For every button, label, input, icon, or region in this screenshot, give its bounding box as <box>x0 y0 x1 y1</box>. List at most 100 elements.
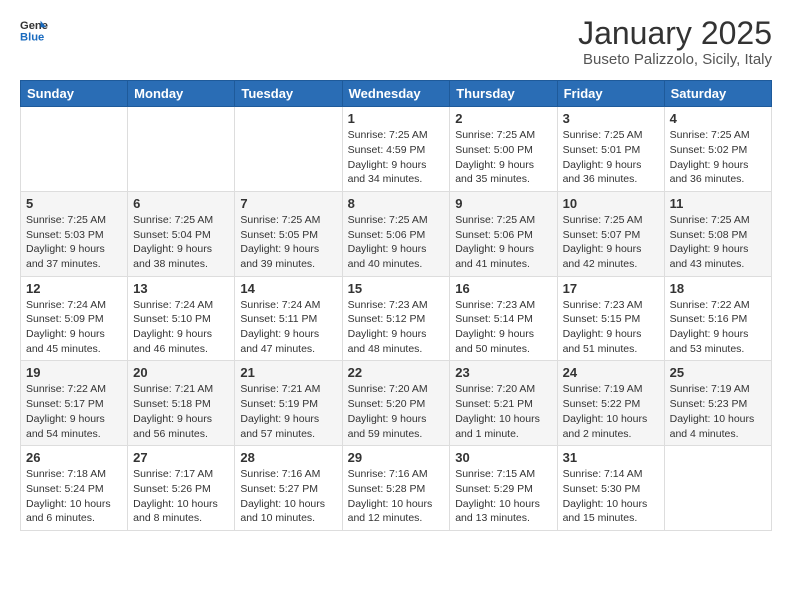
day-info: Sunrise: 7:25 AM Sunset: 4:59 PM Dayligh… <box>348 128 445 187</box>
table-row <box>128 107 235 192</box>
calendar-week-row: 12 Sunrise: 7:24 AM Sunset: 5:09 PM Dayli… <box>21 276 772 361</box>
day-info: Sunrise: 7:23 AM Sunset: 5:15 PM Dayligh… <box>563 298 659 357</box>
table-row: 6 Sunrise: 7:25 AM Sunset: 5:04 PM Daylig… <box>128 191 235 276</box>
day-info: Sunrise: 7:25 AM Sunset: 5:07 PM Dayligh… <box>563 213 659 272</box>
table-row: 17 Sunrise: 7:23 AM Sunset: 5:15 PM Dayli… <box>557 276 664 361</box>
table-row: 11Sunrise: 7:25 AM Sunset: 5:08 PM Dayli… <box>664 191 771 276</box>
day-number: 5 <box>26 196 122 211</box>
day-number: 31 <box>563 450 659 465</box>
day-number: 23 <box>455 365 551 380</box>
day-number: 17 <box>563 281 659 296</box>
table-row: 4 Sunrise: 7:25 AM Sunset: 5:02 PM Daylig… <box>664 107 771 192</box>
header-sunday: Sunday <box>21 81 128 107</box>
day-number: 1 <box>348 111 445 126</box>
logo-icon: General Blue <box>20 16 48 44</box>
day-info: Sunrise: 7:25 AM Sunset: 5:06 PM Dayligh… <box>348 213 445 272</box>
table-row: 26Sunrise: 7:18 AM Sunset: 5:24 PM Dayli… <box>21 446 128 531</box>
header-tuesday: Tuesday <box>235 81 342 107</box>
table-row <box>21 107 128 192</box>
table-row: 8 Sunrise: 7:25 AM Sunset: 5:06 PM Daylig… <box>342 191 450 276</box>
day-number: 12 <box>26 281 122 296</box>
header-saturday: Saturday <box>664 81 771 107</box>
table-row: 9 Sunrise: 7:25 AM Sunset: 5:06 PM Daylig… <box>450 191 557 276</box>
day-info: Sunrise: 7:25 AM Sunset: 5:02 PM Dayligh… <box>670 128 766 187</box>
table-row: 23 Sunrise: 7:20 AM Sunset: 5:21 PM Dayli… <box>450 361 557 446</box>
day-number: 9 <box>455 196 551 211</box>
day-info: Sunrise: 7:24 AM Sunset: 5:11 PM Dayligh… <box>240 298 336 357</box>
day-info: Sunrise: 7:16 AM Sunset: 5:27 PM Dayligh… <box>240 467 336 526</box>
table-row: 14 Sunrise: 7:24 AM Sunset: 5:11 PM Dayli… <box>235 276 342 361</box>
header-wednesday: Wednesday <box>342 81 450 107</box>
page-container: General Blue January 2025 Buseto Palizzo… <box>0 0 792 541</box>
day-info: Sunrise: 7:22 AM Sunset: 5:16 PM Dayligh… <box>670 298 766 357</box>
day-info: Sunrise: 7:19 AM Sunset: 5:23 PM Dayligh… <box>670 382 766 441</box>
header: General Blue January 2025 Buseto Palizzo… <box>20 16 772 68</box>
day-info: Sunrise: 7:22 AM Sunset: 5:17 PM Dayligh… <box>26 382 122 441</box>
table-row: 27 Sunrise: 7:17 AM Sunset: 5:26 PM Dayli… <box>128 446 235 531</box>
header-friday: Friday <box>557 81 664 107</box>
day-info: Sunrise: 7:17 AM Sunset: 5:26 PM Dayligh… <box>133 467 229 526</box>
table-row: 29 Sunrise: 7:16 AM Sunset: 5:28 PM Dayli… <box>342 446 450 531</box>
day-number: 20 <box>133 365 229 380</box>
day-number: 27 <box>133 450 229 465</box>
title-block: January 2025 Buseto Palizzolo, Sicily, I… <box>578 16 772 68</box>
table-row: 18 Sunrise: 7:22 AM Sunset: 5:16 PM Dayli… <box>664 276 771 361</box>
table-row <box>664 446 771 531</box>
day-number: 26 <box>26 450 122 465</box>
table-row: 16 Sunrise: 7:23 AM Sunset: 5:14 PM Dayli… <box>450 276 557 361</box>
day-number: 18 <box>670 281 766 296</box>
day-number: 6 <box>133 196 229 211</box>
day-number: 14 <box>240 281 336 296</box>
table-row: 31 Sunrise: 7:14 AM Sunset: 5:30 PM Dayli… <box>557 446 664 531</box>
day-info: Sunrise: 7:25 AM Sunset: 5:04 PM Dayligh… <box>133 213 229 272</box>
calendar-subtitle: Buseto Palizzolo, Sicily, Italy <box>578 51 772 68</box>
day-number: 24 <box>563 365 659 380</box>
table-row: 15 Sunrise: 7:23 AM Sunset: 5:12 PM Dayli… <box>342 276 450 361</box>
table-row <box>235 107 342 192</box>
table-row: 19 Sunrise: 7:22 AM Sunset: 5:17 PM Dayli… <box>21 361 128 446</box>
day-info: Sunrise: 7:15 AM Sunset: 5:29 PM Dayligh… <box>455 467 551 526</box>
day-info: Sunrise: 7:23 AM Sunset: 5:12 PM Dayligh… <box>348 298 445 357</box>
day-number: 29 <box>348 450 445 465</box>
header-thursday: Thursday <box>450 81 557 107</box>
day-info: Sunrise: 7:20 AM Sunset: 5:20 PM Dayligh… <box>348 382 445 441</box>
day-info: Sunrise: 7:24 AM Sunset: 5:09 PM Dayligh… <box>26 298 122 357</box>
calendar-header-row: Sunday Monday Tuesday Wednesday Thursday… <box>21 81 772 107</box>
day-number: 21 <box>240 365 336 380</box>
day-info: Sunrise: 7:14 AM Sunset: 5:30 PM Dayligh… <box>563 467 659 526</box>
header-monday: Monday <box>128 81 235 107</box>
calendar-table: Sunday Monday Tuesday Wednesday Thursday… <box>20 80 772 531</box>
day-number: 4 <box>670 111 766 126</box>
calendar-title: January 2025 <box>578 16 772 51</box>
table-row: 10Sunrise: 7:25 AM Sunset: 5:07 PM Dayli… <box>557 191 664 276</box>
table-row: 12 Sunrise: 7:24 AM Sunset: 5:09 PM Dayli… <box>21 276 128 361</box>
day-info: Sunrise: 7:25 AM Sunset: 5:00 PM Dayligh… <box>455 128 551 187</box>
day-number: 8 <box>348 196 445 211</box>
table-row: 20 Sunrise: 7:21 AM Sunset: 5:18 PM Dayli… <box>128 361 235 446</box>
table-row: 7Sunrise: 7:25 AM Sunset: 5:05 PM Daylig… <box>235 191 342 276</box>
day-info: Sunrise: 7:25 AM Sunset: 5:03 PM Dayligh… <box>26 213 122 272</box>
svg-text:Blue: Blue <box>20 31 44 43</box>
calendar-week-row: 5 Sunrise: 7:25 AM Sunset: 5:03 PM Daylig… <box>21 191 772 276</box>
day-number: 25 <box>670 365 766 380</box>
day-info: Sunrise: 7:23 AM Sunset: 5:14 PM Dayligh… <box>455 298 551 357</box>
table-row: 2 Sunrise: 7:25 AM Sunset: 5:00 PM Daylig… <box>450 107 557 192</box>
table-row: 1 Sunrise: 7:25 AM Sunset: 4:59 PM Daylig… <box>342 107 450 192</box>
table-row: 3Sunrise: 7:25 AM Sunset: 5:01 PM Daylig… <box>557 107 664 192</box>
calendar-week-row: 1 Sunrise: 7:25 AM Sunset: 4:59 PM Daylig… <box>21 107 772 192</box>
day-number: 7 <box>240 196 336 211</box>
day-number: 30 <box>455 450 551 465</box>
logo: General Blue <box>20 16 48 44</box>
day-info: Sunrise: 7:20 AM Sunset: 5:21 PM Dayligh… <box>455 382 551 441</box>
day-info: Sunrise: 7:16 AM Sunset: 5:28 PM Dayligh… <box>348 467 445 526</box>
day-info: Sunrise: 7:25 AM Sunset: 5:08 PM Dayligh… <box>670 213 766 272</box>
table-row: 5 Sunrise: 7:25 AM Sunset: 5:03 PM Daylig… <box>21 191 128 276</box>
day-info: Sunrise: 7:25 AM Sunset: 5:01 PM Dayligh… <box>563 128 659 187</box>
day-number: 16 <box>455 281 551 296</box>
day-info: Sunrise: 7:25 AM Sunset: 5:06 PM Dayligh… <box>455 213 551 272</box>
day-info: Sunrise: 7:19 AM Sunset: 5:22 PM Dayligh… <box>563 382 659 441</box>
day-number: 2 <box>455 111 551 126</box>
day-number: 19 <box>26 365 122 380</box>
day-number: 15 <box>348 281 445 296</box>
day-info: Sunrise: 7:21 AM Sunset: 5:18 PM Dayligh… <box>133 382 229 441</box>
